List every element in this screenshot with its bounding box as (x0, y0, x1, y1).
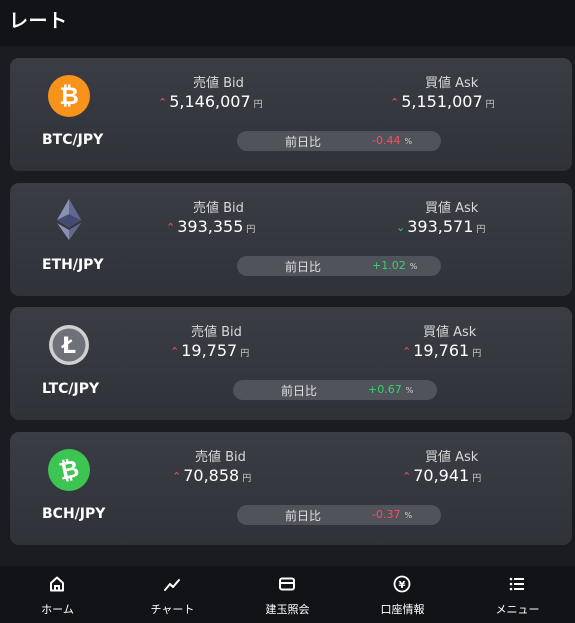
page-title: レート (9, 10, 68, 32)
percent-unit: % (404, 137, 413, 146)
daily-change-value: +0.67% (368, 383, 413, 396)
bid-price: ⌃ 5,146,007 円 (158, 92, 263, 111)
bid-value: 5,146,007 (169, 92, 251, 111)
daily-change-label: 前日比 (281, 384, 318, 398)
bid-value: 393,355 (177, 217, 244, 236)
currency-unit: 円 (253, 100, 263, 110)
daily-change-value: -0.44% (372, 134, 412, 147)
ask-label: 買値 Ask (425, 450, 479, 465)
nav-label: チャート (150, 603, 195, 616)
menu-icon (509, 577, 524, 591)
bid-label: 売値 Bid (193, 201, 244, 216)
currency-unit: 円 (472, 349, 482, 359)
rate-card-ltc[interactable]: Ł LTC/JPY 売値 Bid 買値 Ask ⌃ 19,757 円 ⌃ 19,761… (10, 307, 572, 420)
bitcoin-cash-icon: ₿ (48, 449, 90, 491)
percent-unit: % (409, 262, 418, 271)
up-arrow-icon: ⌃ (158, 96, 168, 109)
wallet-icon (279, 577, 295, 591)
change-number: +1.02 (372, 259, 406, 272)
currency-unit: 円 (246, 225, 256, 235)
daily-change-value: +1.02% (372, 259, 417, 272)
bid-price: ⌃ 70,858 円 (172, 466, 251, 485)
ask-value: 70,941 (413, 466, 470, 485)
pair-name: ETH/JPY (42, 257, 104, 273)
currency-unit: 円 (476, 225, 486, 235)
bottom-nav: ホーム チャート 建玉照会 ¥ 口座情報 メニュー (0, 566, 575, 623)
litecoin-icon: Ł (49, 325, 89, 365)
bid-label: 売値 Bid (193, 76, 244, 91)
daily-change-pill: 前日比 +1.02% (237, 256, 441, 276)
pair-name: BCH/JPY (42, 506, 106, 522)
chart-icon (164, 579, 180, 591)
yen-icon: ¥ (393, 575, 411, 593)
nav-label: ホーム (41, 603, 74, 616)
svg-text:₿: ₿ (59, 82, 79, 110)
bitcoin-icon: ₿ (48, 75, 90, 117)
svg-text:¥: ¥ (399, 580, 406, 591)
bid-price: ⌃ 19,757 円 (170, 341, 249, 360)
daily-change-label: 前日比 (285, 509, 322, 523)
currency-unit: 円 (472, 474, 482, 484)
up-arrow-icon: ⌃ (170, 345, 180, 358)
nav-label: 建玉照会 (265, 603, 310, 616)
rate-card-bch[interactable]: ₿ BCH/JPY 売値 Bid 買値 Ask ⌃ 70,858 円 ⌃ 70,941… (10, 432, 572, 545)
ask-price: ⌃ 5,151,007 円 (390, 92, 495, 111)
daily-change-pill: 前日比 +0.67% (233, 380, 437, 400)
ask-price: ⌄ 393,571 円 (396, 217, 485, 236)
up-arrow-icon: ⌃ (402, 345, 412, 358)
ask-label: 買値 Ask (425, 201, 479, 216)
bid-value: 19,757 (181, 341, 238, 360)
currency-unit: 円 (242, 474, 252, 484)
nav-positions[interactable]: 建玉照会 (230, 566, 345, 623)
nav-account[interactable]: ¥ 口座情報 (345, 566, 460, 623)
ethereum-icon (57, 199, 81, 240)
daily-change-label: 前日比 (285, 135, 322, 149)
up-arrow-icon: ⌃ (172, 470, 182, 483)
ask-value: 19,761 (413, 341, 470, 360)
up-arrow-icon: ⌃ (166, 221, 176, 234)
svg-text:Ł: Ł (61, 334, 76, 359)
change-number: -0.44 (372, 134, 401, 147)
app-header: レート (0, 0, 575, 46)
nav-label: メニュー (495, 603, 540, 616)
ask-label: 買値 Ask (423, 325, 477, 340)
currency-unit: 円 (485, 100, 495, 110)
pair-name: LTC/JPY (42, 381, 100, 397)
currency-unit: 円 (240, 349, 250, 359)
down-arrow-icon: ⌄ (396, 221, 406, 234)
percent-unit: % (404, 511, 413, 520)
daily-change-label: 前日比 (285, 260, 322, 274)
ask-value: 5,151,007 (401, 92, 483, 111)
ask-value: 393,571 (407, 217, 474, 236)
bid-label: 売値 Bid (195, 450, 246, 465)
daily-change-pill: 前日比 -0.44% (237, 131, 441, 151)
nav-chart[interactable]: チャート (115, 566, 230, 623)
rate-card-btc[interactable]: ₿ BTC/JPY 売値 Bid 買値 Ask ⌃ 5,146,007 円 ⌃ 5,1… (10, 58, 572, 171)
ask-price: ⌃ 19,761 円 (402, 341, 481, 360)
home-icon (50, 576, 64, 592)
up-arrow-icon: ⌃ (402, 470, 412, 483)
change-number: +0.67 (368, 383, 402, 396)
daily-change-pill: 前日比 -0.37% (237, 505, 441, 525)
nav-home[interactable]: ホーム (0, 566, 115, 623)
percent-unit: % (405, 386, 414, 395)
daily-change-value: -0.37% (372, 508, 412, 521)
bid-label: 売値 Bid (191, 325, 242, 340)
pair-name: BTC/JPY (42, 132, 104, 148)
ask-label: 買値 Ask (425, 76, 479, 91)
rate-card-eth[interactable]: ETH/JPY 売値 Bid 買値 Ask ⌃ 393,355 円 ⌄ 393,571… (10, 183, 572, 296)
up-arrow-icon: ⌃ (390, 96, 400, 109)
nav-label: 口座情報 (380, 603, 425, 616)
bid-value: 70,858 (183, 466, 240, 485)
nav-menu[interactable]: メニュー (460, 566, 575, 623)
bid-price: ⌃ 393,355 円 (166, 217, 255, 236)
change-number: -0.37 (372, 508, 401, 521)
ask-price: ⌃ 70,941 円 (402, 466, 481, 485)
